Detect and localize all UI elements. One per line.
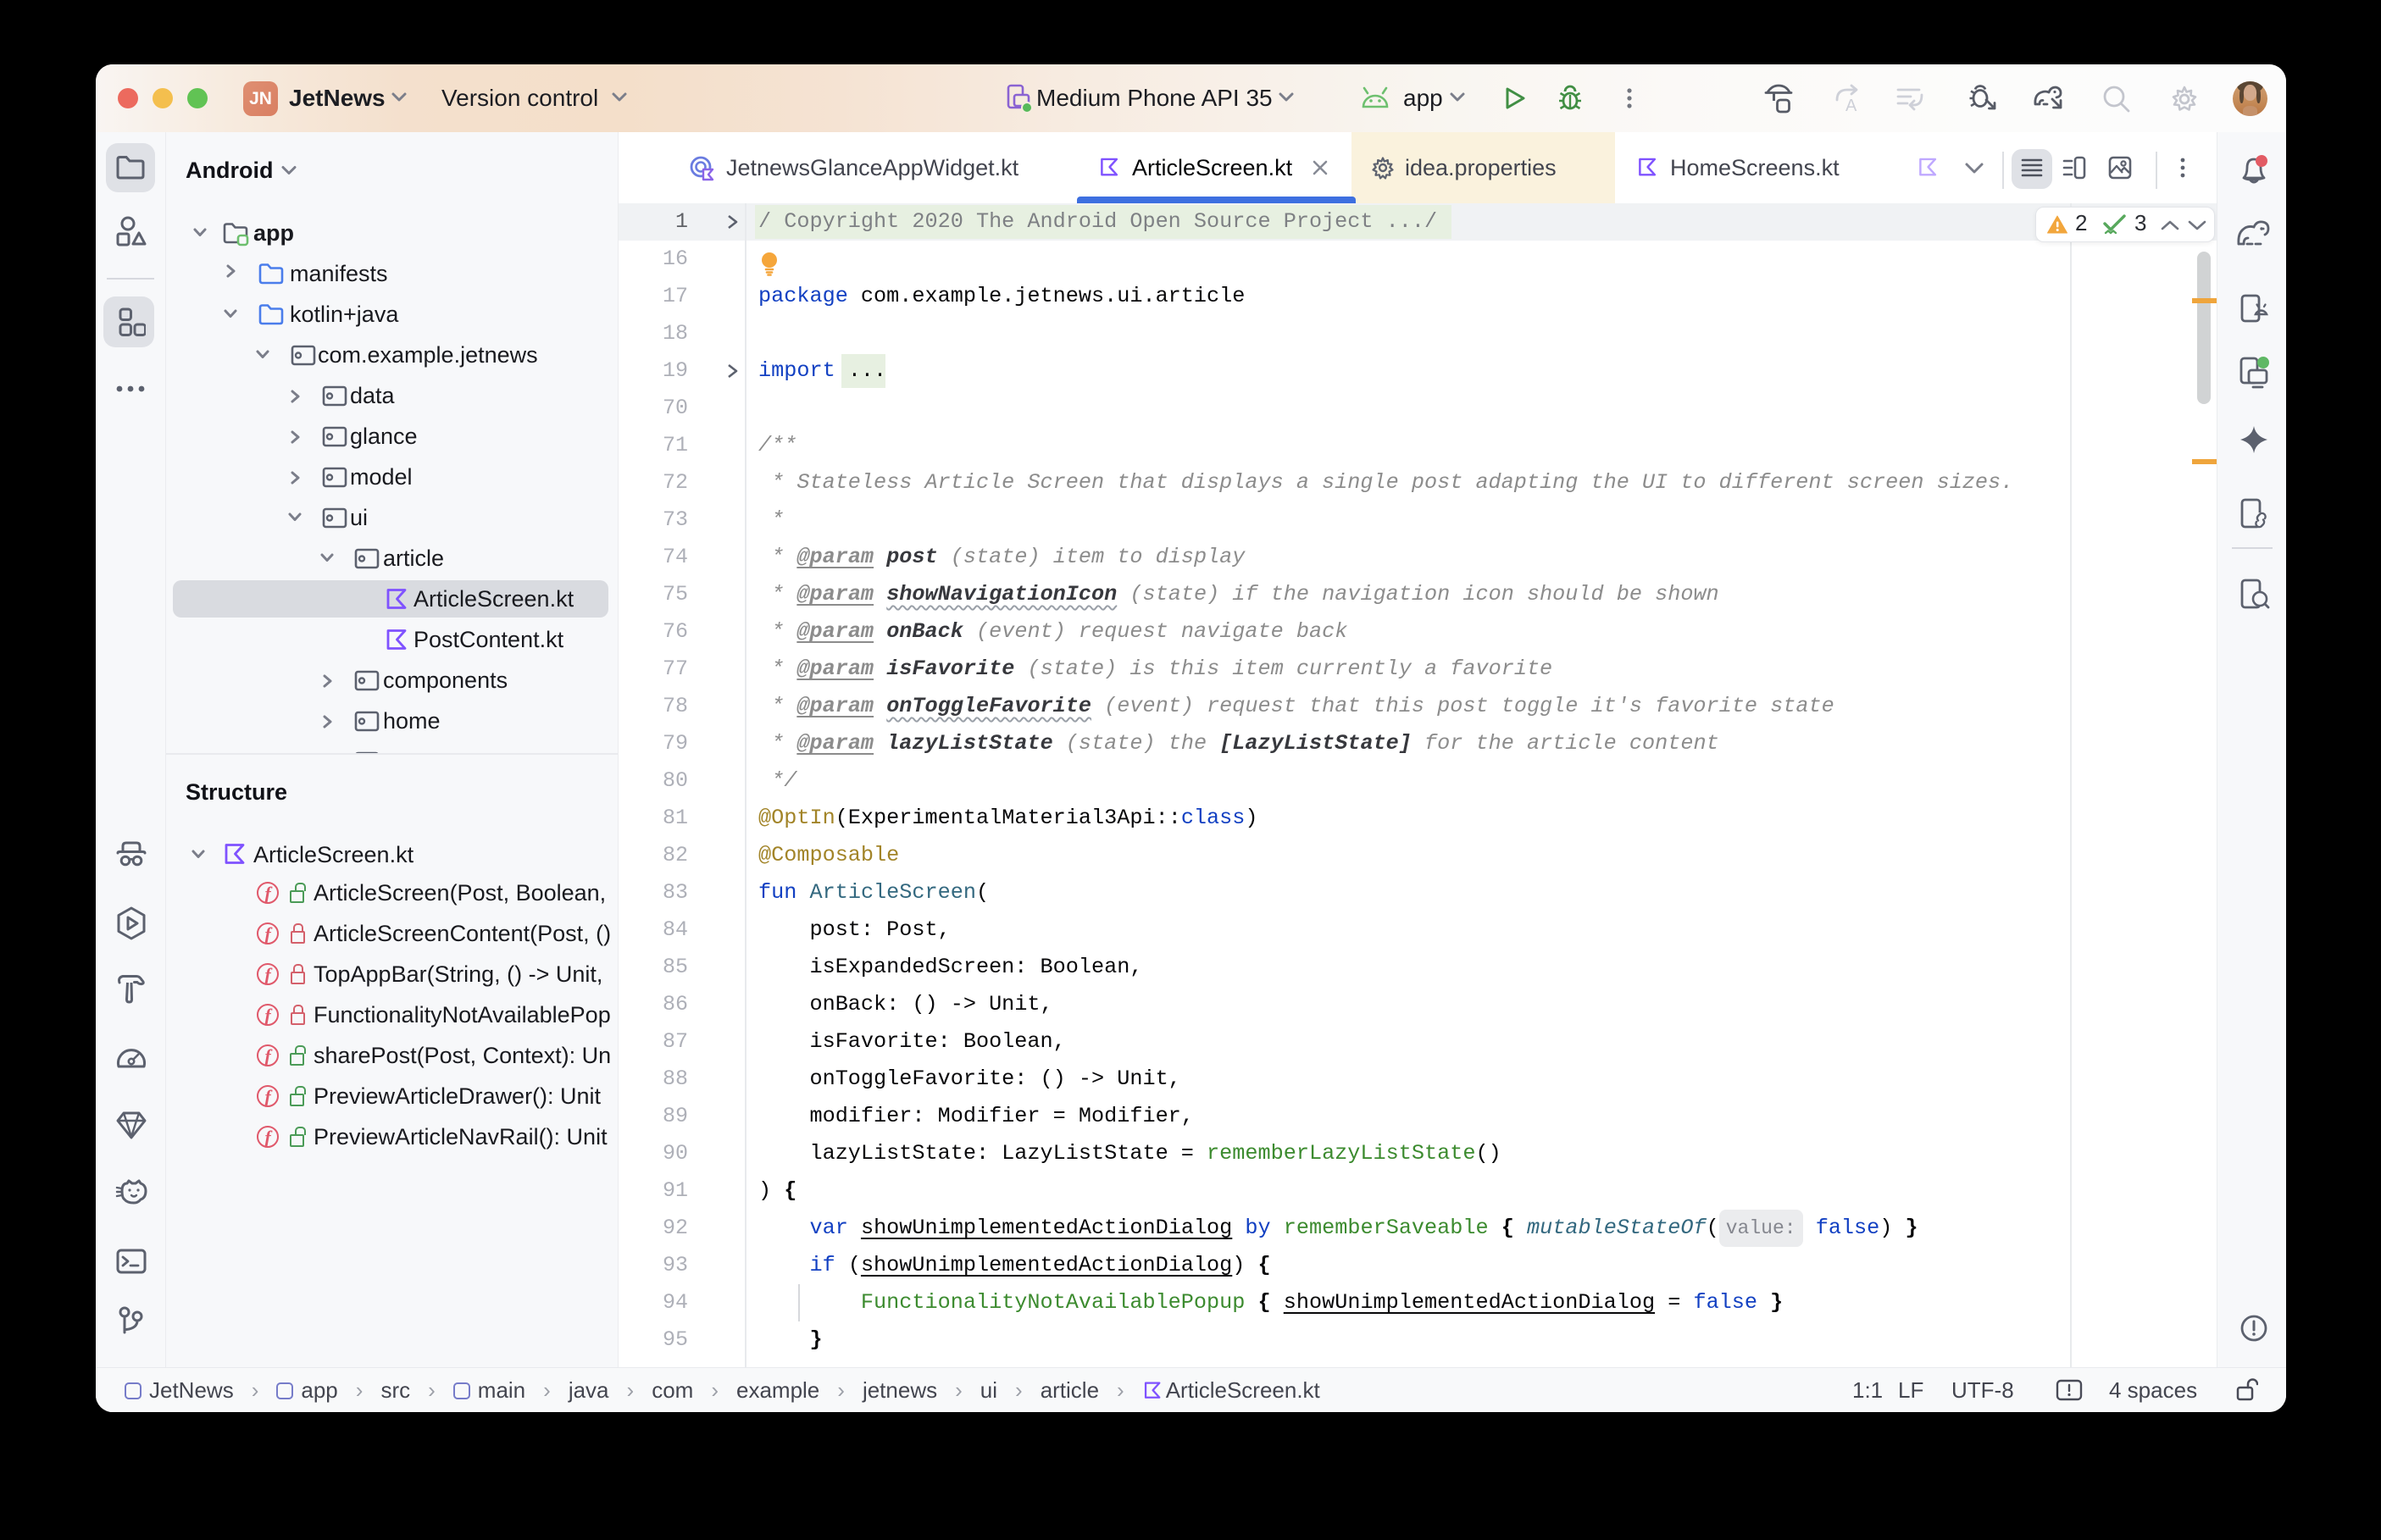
svg-text:A: A (1845, 97, 1857, 115)
